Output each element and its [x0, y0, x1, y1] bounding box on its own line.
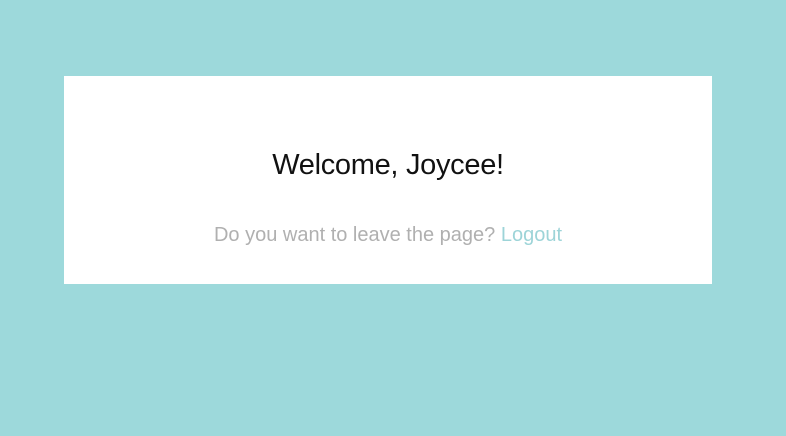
leave-page-prompt: Do you want to leave the page?	[213, 224, 496, 246]
welcome-card: Welcome, Joycee! Do you want to leave th…	[64, 76, 712, 284]
leave-page-line: Do you want to leave the page? Logout	[64, 223, 712, 247]
logout-link[interactable]: Logout	[501, 224, 562, 246]
welcome-heading: Welcome, Joycee!	[272, 149, 504, 181]
